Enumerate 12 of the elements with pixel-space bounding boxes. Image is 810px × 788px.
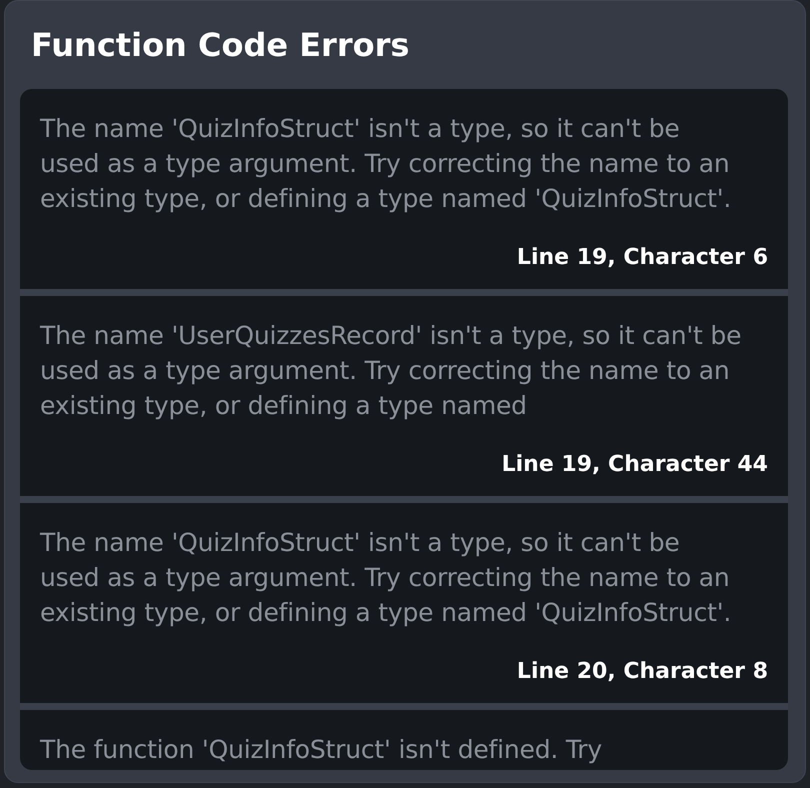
error-location: Line 19, Character 44 (502, 451, 768, 479)
error-location: Line 19, Character 6 (516, 244, 768, 272)
error-card[interactable]: The name 'QuizInfoStruct' isn't a type, so it can't be used as a type argument. Try correcting the name to an existing type, or defining a type named 'QuizInfoStruct'. Line 20, Character 8 (20, 503, 788, 703)
panel-title: Function Code Errors (31, 25, 410, 66)
error-message: The name 'QuizInfoStruct' isn't a type, so it can't be used as a type argument. Try correcting the name to an existing type, or defining a type named 'QuizInfoStruct'. (40, 527, 732, 629)
error-card[interactable]: The function 'QuizInfoStruct' isn't defined. Try (20, 710, 788, 770)
error-message: The name 'QuizInfoStruct' isn't a type, so it can't be used as a type argument. Try correcting the name to an existing type, or defining a type named 'QuizInfoStruct'. (40, 113, 732, 215)
error-message: The name 'UserQuizzesRecord' isn't a type, so it can't be used as a type argument. Try correcting the name to an existing type, or defining a type named (40, 320, 742, 422)
error-location: Line 20, Character 8 (516, 658, 768, 686)
error-message: The function 'QuizInfoStruct' isn't defined. Try (40, 734, 602, 766)
error-card[interactable]: The name 'UserQuizzesRecord' isn't a type, so it can't be used as a type argument. Try correcting the name to an existing type, or defining a type named Line 19, Character 44 (20, 296, 788, 496)
error-card[interactable]: The name 'QuizInfoStruct' isn't a type, so it can't be used as a type argument. Try correcting the name to an existing type, or defining a type named 'QuizInfoStruct'. Line 19, Character 6 (20, 89, 788, 289)
